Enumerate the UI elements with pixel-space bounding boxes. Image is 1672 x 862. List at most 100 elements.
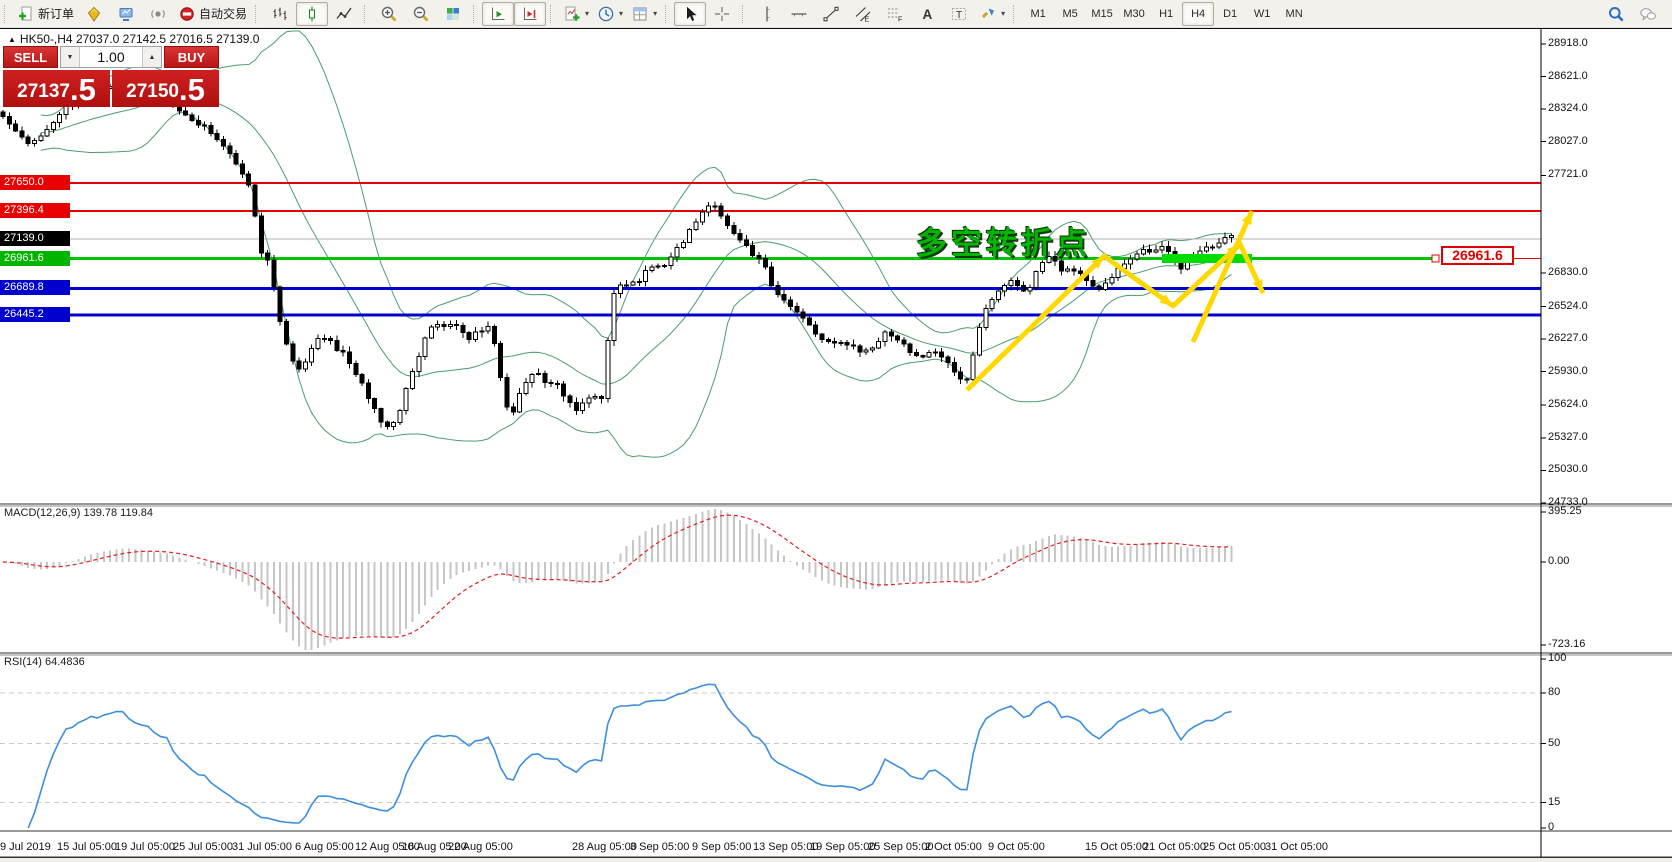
search-button[interactable] [1600, 2, 1632, 26]
sell-price-pips: .5 [69, 72, 96, 107]
price-axis-tick: 26524.0 [1548, 299, 1588, 312]
auto-scroll-button[interactable] [482, 1, 515, 26]
arrows-button[interactable]: ▾ [975, 2, 1009, 26]
chat-button-icon [1639, 5, 1657, 23]
date-axis-label: 19 Sep 05:00 [810, 841, 876, 853]
date-axis-label: 2 Oct 05:00 [925, 841, 982, 853]
main-toolbar: 新订单 自动交易 ▾ ▾ ▾ E F A T ▾ M1 M5 M15 M30 H1 H4 D1 W1 MN [0, 0, 1672, 28]
date-axis-label: 16 Aug 05:00 [402, 841, 467, 853]
tf-m1[interactable]: M1 [1022, 2, 1054, 26]
tf-h1[interactable]: H1 [1150, 2, 1182, 26]
chart-plot-area[interactable] [0, 29, 1541, 831]
buy-price-pips: .5 [178, 72, 205, 107]
crosshair-button-icon [713, 5, 731, 23]
chart-shift-button[interactable] [514, 1, 547, 26]
date-axis-label: 19 Jul 05:00 [115, 841, 175, 853]
macd-axis-tick: 0.00 [1548, 555, 1570, 567]
crosshair-button[interactable] [706, 2, 738, 26]
dropdown-arrow-icon[interactable]: ▾ [653, 9, 657, 18]
market-watch-button-icon [117, 5, 135, 23]
new-order-button[interactable]: 新订单 [13, 2, 78, 26]
auto-scroll-button-icon [489, 5, 507, 23]
svg-text:T: T [956, 9, 962, 20]
toolbar-group-handle [4, 4, 10, 23]
cursor-button[interactable] [674, 1, 707, 26]
text-button[interactable]: A [911, 2, 943, 26]
charts-button[interactable] [78, 2, 110, 26]
templates-button[interactable]: ▾ [627, 2, 661, 26]
line-chart-button[interactable] [328, 2, 360, 26]
toolbar-group-handle [550, 4, 556, 23]
price-axis-tick: 27721.0 [1548, 168, 1588, 181]
tf-d1[interactable]: D1 [1214, 2, 1246, 26]
tf-m15-label: M15 [1091, 7, 1113, 20]
autotrading-button-icon [178, 5, 196, 23]
dropdown-arrow-icon[interactable]: ▾ [1001, 9, 1005, 18]
chat-button[interactable] [1632, 2, 1664, 26]
tf-m1-label: M1 [1030, 7, 1046, 20]
periods-button-icon [597, 5, 615, 23]
label-button-icon: T [950, 5, 968, 23]
fibonacci-button[interactable]: F [879, 2, 911, 26]
sell-price-button[interactable]: 27137.5 [3, 70, 110, 107]
date-axis-label: 9 Oct 05:00 [988, 841, 1045, 853]
date-axis-label: 31 Jul 05:00 [232, 841, 292, 853]
tf-m30[interactable]: M30 [1118, 2, 1150, 26]
svg-text:F: F [898, 16, 902, 23]
price-axis-tick: 25327.0 [1548, 430, 1588, 443]
trendline-button-icon [822, 5, 840, 23]
tf-h1-label: H1 [1159, 7, 1174, 20]
svg-text:A: A [923, 7, 933, 22]
tf-mn[interactable]: MN [1278, 2, 1310, 26]
buy-button[interactable]: BUY [164, 46, 219, 68]
date-axis-label: 12 Aug 05:00 [355, 841, 420, 853]
date-axis-label: 15 Jul 05:00 [57, 841, 117, 853]
volume-down-icon[interactable]: ▼ [61, 47, 80, 67]
date-axis-label: 15 Oct 05:00 [1085, 841, 1148, 853]
text-button-icon: A [918, 5, 936, 23]
tile-windows-button[interactable] [437, 2, 469, 26]
tf-m5[interactable]: M5 [1054, 2, 1086, 26]
tf-h4[interactable]: H4 [1182, 1, 1215, 26]
date-axis-label: 25 Sep 05:00 [868, 841, 934, 853]
dropdown-arrow-icon[interactable]: ▾ [585, 9, 589, 18]
channel-button[interactable]: E [847, 2, 879, 26]
tf-w1-label: W1 [1253, 7, 1271, 20]
autotrading-button[interactable]: 自动交易 [174, 2, 251, 26]
zoom-out-button[interactable] [405, 2, 437, 26]
tf-mn-label: MN [1285, 7, 1303, 20]
vertical-line-button[interactable] [751, 2, 783, 26]
zoom-in-button-icon [380, 5, 398, 23]
tf-w1[interactable]: W1 [1246, 2, 1278, 26]
horizontal-line-button[interactable] [783, 2, 815, 26]
bull-bear-turning-point-annotation[interactable]: 多空转折点 [916, 218, 1091, 263]
trendline-button[interactable] [815, 2, 847, 26]
chart-ohlc-values: 27037.0 27142.5 27016.5 27139.0 [75, 32, 260, 46]
window-bottom-edge [0, 857, 1672, 862]
toolbar-group-handle [665, 4, 671, 23]
price-axis-tick: 25930.0 [1548, 364, 1588, 377]
candlestick-chart-button[interactable] [296, 1, 329, 26]
buy-price-button[interactable]: 27150.5 [112, 70, 219, 107]
date-axis-label: 13 Sep 05:00 [753, 841, 819, 853]
search-button-icon [1607, 5, 1625, 23]
candlestick-chart-button-icon [303, 5, 321, 23]
market-watch-button[interactable] [110, 2, 142, 26]
tf-m15[interactable]: M15 [1086, 2, 1118, 26]
periods-button[interactable]: ▾ [593, 2, 627, 26]
dropdown-arrow-icon[interactable]: ▾ [619, 9, 623, 18]
sell-button[interactable]: SELL [3, 46, 58, 68]
volume-up-icon[interactable]: ▲ [142, 47, 161, 67]
date-axis-label: 28 Aug 05:00 [572, 841, 637, 853]
signals-button[interactable] [142, 2, 174, 26]
tf-m30-label: M30 [1123, 7, 1145, 20]
bar-chart-button[interactable] [264, 2, 296, 26]
zoom-in-button[interactable] [373, 2, 405, 26]
pivot-price-callout[interactable]: 26961.6 [1441, 246, 1514, 265]
volume-input[interactable]: 1.00 [80, 47, 142, 67]
indicators-button[interactable]: ▾ [559, 2, 593, 26]
label-button[interactable]: T [943, 2, 975, 26]
date-axis-label: 25 Jul 05:00 [173, 841, 233, 853]
toolbar-group-handle [255, 4, 261, 23]
tf-d1-label: D1 [1223, 7, 1238, 20]
